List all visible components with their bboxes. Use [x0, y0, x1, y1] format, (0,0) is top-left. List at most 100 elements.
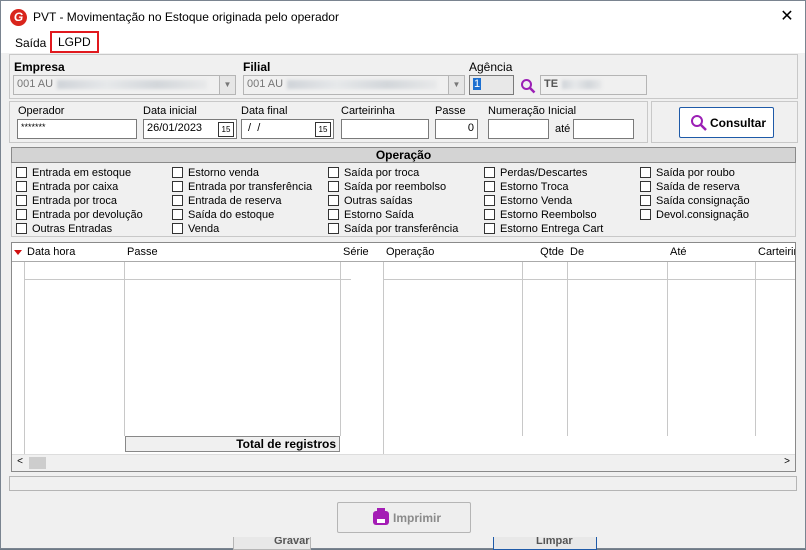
col-data-hora[interactable]: Data hora [24, 243, 125, 262]
chk-estorno-entrega-cart[interactable]: Estorno Entrega Cart [484, 223, 603, 235]
checkbox[interactable] [172, 223, 183, 234]
chk-entrada-transferencia[interactable]: Entrada por transferência [172, 181, 312, 193]
app-logo-icon: G [10, 9, 27, 26]
results-grid[interactable]: Data hora Passe Série Operação Qtde De A… [11, 242, 796, 472]
numeracao-inicial-input[interactable] [488, 119, 549, 139]
checkbox[interactable] [640, 181, 651, 192]
chk-label: Saída por troca [344, 167, 420, 179]
filial-select[interactable]: 001 AU ▼ [243, 75, 465, 95]
checkbox[interactable] [16, 181, 27, 192]
chk-entrada-caixa[interactable]: Entrada por caixa [16, 181, 118, 193]
chk-label: Saída por transferência [344, 223, 459, 235]
imprimir-button[interactable]: Imprimir [337, 502, 471, 533]
checkbox[interactable] [172, 209, 183, 220]
checkbox[interactable] [328, 181, 339, 192]
chk-outras-saidas[interactable]: Outras saídas [328, 195, 412, 207]
checkbox[interactable] [172, 195, 183, 206]
checkbox[interactable] [328, 195, 339, 206]
chevron-left-icon[interactable]: < [13, 456, 27, 467]
chk-devol-consignacao[interactable]: Devol.consignação [640, 209, 749, 221]
chevron-down-icon[interactable]: ▼ [219, 76, 235, 94]
checkbox[interactable] [484, 223, 495, 234]
checkbox[interactable] [484, 195, 495, 206]
col-passe[interactable]: Passe [124, 243, 341, 262]
chk-saida-transferencia[interactable]: Saída por transferência [328, 223, 458, 235]
numeracao-final-input[interactable] [573, 119, 634, 139]
agencia-input[interactable]: 1 [469, 75, 514, 95]
carteirinha-input[interactable] [341, 119, 429, 139]
chk-venda[interactable]: Venda [172, 223, 219, 235]
checkbox[interactable] [172, 167, 183, 178]
chk-estorno-reembolso[interactable]: Estorno Reembolso [484, 209, 597, 221]
chk-label: Outras Entradas [32, 223, 113, 235]
imprimir-label: Imprimir [393, 511, 442, 525]
checkbox[interactable] [484, 181, 495, 192]
chk-label: Saída consignação [656, 195, 750, 207]
search-icon[interactable] [520, 78, 536, 94]
col-ate[interactable]: Até [667, 243, 756, 262]
menu-lgpd[interactable]: LGPD [50, 31, 99, 53]
chk-estorno-saida[interactable]: Estorno Saída [328, 209, 414, 221]
chk-estorno-venda[interactable]: Estorno venda [172, 167, 259, 179]
col-de[interactable]: De [567, 243, 668, 262]
scroll-thumb[interactable] [29, 457, 46, 469]
chk-entrada-reserva[interactable]: Entrada de reserva [172, 195, 282, 207]
consultar-label: Consultar [710, 116, 767, 130]
checkbox[interactable] [640, 167, 651, 178]
checkbox[interactable] [484, 167, 495, 178]
checkbox[interactable] [16, 167, 27, 178]
chevron-down-icon[interactable]: ▼ [448, 76, 464, 94]
chk-label: Outras saídas [344, 195, 413, 207]
checkbox[interactable] [16, 223, 27, 234]
checkbox[interactable] [640, 209, 651, 220]
checkbox[interactable] [328, 209, 339, 220]
horizontal-scrollbar[interactable]: < > [12, 454, 795, 471]
filial-label: Filial [243, 60, 271, 74]
close-icon[interactable]: ✕ [777, 7, 797, 27]
chk-entrada-estoque[interactable]: Entrada em estoque [16, 167, 131, 179]
checkbox[interactable] [328, 167, 339, 178]
chk-outras-entradas[interactable]: Outras Entradas [16, 223, 112, 235]
calendar-icon[interactable]: 15 [218, 122, 234, 137]
checkbox[interactable] [172, 181, 183, 192]
operacao-header: Operação [11, 147, 796, 163]
chk-label: Estorno Venda [500, 195, 573, 207]
agencia-label: Agência [469, 60, 513, 74]
checkbox[interactable] [640, 195, 651, 206]
col-serie[interactable]: Série [340, 243, 384, 262]
chk-saida-consignacao[interactable]: Saída consignação [640, 195, 750, 207]
consultar-button[interactable]: Consultar [679, 107, 774, 138]
menu-saida[interactable]: Saída [10, 35, 51, 51]
passe-input[interactable]: 0 [435, 119, 478, 139]
operador-input[interactable]: ******* [17, 119, 137, 139]
sort-down-icon [14, 250, 22, 255]
chk-saida-troca[interactable]: Saída por troca [328, 167, 419, 179]
checkbox[interactable] [16, 195, 27, 206]
chk-label: Estorno Reembolso [500, 209, 597, 221]
chk-saida-estoque[interactable]: Saída do estoque [172, 209, 274, 221]
chk-entrada-devolucao[interactable]: Entrada por devolução [16, 209, 143, 221]
carteirinha-label: Carteirinha [341, 105, 395, 117]
chk-entrada-troca[interactable]: Entrada por troca [16, 195, 117, 207]
ate-label: até [555, 123, 571, 135]
checkbox[interactable] [16, 209, 27, 220]
col-operacao[interactable]: Operação [383, 243, 523, 262]
chk-estorno-troca[interactable]: Estorno Troca [484, 181, 568, 193]
col-qtde[interactable]: Qtde [522, 243, 568, 262]
chk-estorno-venda-2[interactable]: Estorno Venda [484, 195, 572, 207]
checkbox[interactable] [484, 209, 495, 220]
chk-saida-reserva[interactable]: Saída de reserva [640, 181, 740, 193]
empresa-select[interactable]: 001 AU ▼ [13, 75, 236, 95]
chk-label: Estorno venda [188, 167, 259, 179]
chk-saida-roubo[interactable]: Saída por roubo [640, 167, 735, 179]
chk-perdas-descartes[interactable]: Perdas/Descartes [484, 167, 587, 179]
data-inicial-input[interactable]: 26/01/2023 15 [143, 119, 237, 139]
chevron-right-icon[interactable]: > [780, 456, 794, 467]
calendar-icon[interactable]: 15 [315, 122, 331, 137]
menu-bar: Saída LGPD [1, 31, 805, 53]
operador-label: Operador [18, 105, 65, 117]
checkbox[interactable] [328, 223, 339, 234]
data-final-input[interactable]: / / 15 [241, 119, 334, 139]
chk-saida-reembolso[interactable]: Saída por reembolso [328, 181, 446, 193]
col-carteirinha[interactable]: Carteirin [755, 243, 795, 262]
